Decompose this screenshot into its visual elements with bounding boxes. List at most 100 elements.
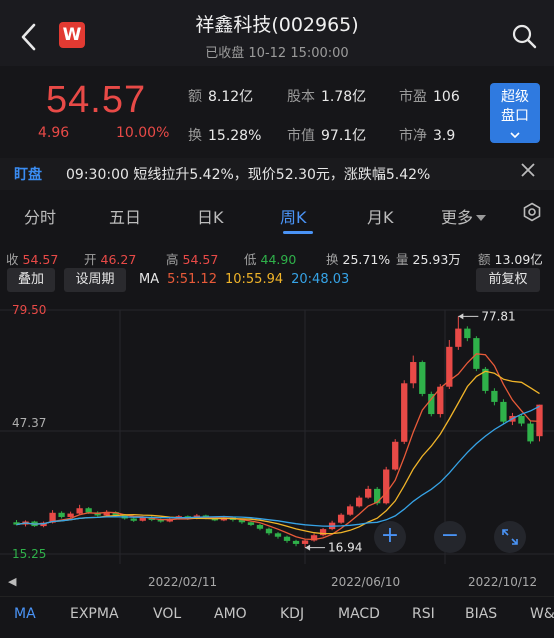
candle-body [500, 401, 507, 422]
candle-body [337, 514, 345, 523]
ind-ma[interactable]: MA [14, 606, 36, 622]
x-label-0: 2022/02/11 [148, 575, 218, 589]
tab-more[interactable]: 更多 [441, 204, 487, 228]
candle-body [85, 508, 92, 513]
hexagon-settings-icon [523, 202, 541, 222]
ma5-line [16, 353, 540, 541]
candle-body [76, 508, 83, 514]
stock-title: 祥鑫科技(002965) [195, 14, 359, 36]
candle-body [536, 404, 543, 437]
candle-body [383, 469, 390, 504]
period-tabs: 分时 五日 日K 周K 月K 更多 [0, 192, 554, 234]
super-order-book-button[interactable]: 超级 盘口 [490, 83, 540, 143]
zoom-out-button[interactable]: − [434, 521, 466, 553]
adjust-button[interactable]: 前复权 [476, 268, 540, 292]
current-price: 54.57 [46, 79, 147, 121]
price-change: 4.96 [38, 125, 70, 141]
ma-legend[interactable]: MA 5:51.12 10:55.94 20:48.03 [139, 272, 349, 287]
stat-share-capital: 股本 1.78亿 [287, 89, 367, 105]
stat-market-cap: 市值 97.1亿 [287, 128, 367, 144]
ind-expma[interactable]: EXPMA [70, 606, 119, 622]
ohlc-close: 收 54.57 [6, 252, 59, 267]
ohlc-amount: 额 13.09亿 [478, 252, 543, 267]
watch-alert-text[interactable]: 09:30:00 短线拉升5.42%，现价52.30元，涨跌幅5.42% [66, 164, 430, 184]
x-label-2: 2022/10/12 [468, 575, 538, 589]
stat-amount: 额 8.12亿 [188, 89, 254, 105]
ind-bias[interactable]: BIAS [465, 606, 497, 622]
scroll-left-button[interactable]: ◀ [8, 575, 16, 588]
ohlc-row: 收 54.57 开 46.27 高 54.57 低 44.90 换 25.71%… [0, 244, 554, 267]
tab-more-label: 更多 [441, 208, 474, 227]
candle-body [455, 328, 462, 347]
stat-pe: 市盈 106 [399, 89, 460, 105]
chevron-down-icon [510, 132, 520, 139]
candle-body [401, 383, 408, 442]
kline-chart[interactable]: 77.81 16.94 [0, 296, 554, 572]
tab-monthly-k[interactable]: 月K [367, 204, 394, 228]
set-period-button[interactable]: 设周期 [64, 268, 126, 292]
super-button-line2: 盘口 [501, 108, 529, 124]
ind-rsi[interactable]: RSI [412, 606, 435, 622]
ma-label: MA [139, 272, 160, 287]
ohlc-low: 低 44.90 [244, 252, 297, 267]
candle-body [256, 524, 264, 529]
max-price-label: 77.81 [481, 309, 515, 323]
price-change-pct: 10.00% [116, 125, 170, 141]
tab-weekly-k[interactable]: 周K [280, 204, 307, 228]
chart-grid [0, 309, 554, 564]
tab-intraday[interactable]: 分时 [24, 204, 56, 228]
ind-vol[interactable]: VOL [153, 606, 181, 622]
min-pointer-arrow [305, 544, 311, 551]
ind-kdj[interactable]: KDJ [280, 606, 304, 622]
candle-body [283, 536, 291, 541]
ohlc-high: 高 54.57 [166, 252, 219, 267]
close-icon [521, 163, 535, 177]
candle-body [365, 488, 372, 498]
candle-body [67, 513, 74, 517]
ma10-value: 10:55.94 [224, 272, 284, 287]
active-tab-indicator [283, 231, 313, 234]
ohlc-volume: 量 25.93万 [396, 252, 461, 267]
min-price-label: 16.94 [328, 541, 362, 555]
fullscreen-button[interactable] [494, 521, 526, 553]
ind-macd[interactable]: MACD [338, 606, 380, 622]
super-button-line1: 超级 [501, 89, 529, 105]
candle-body [464, 328, 471, 339]
candle-body [355, 497, 363, 507]
ohlc-open: 开 46.27 [84, 252, 137, 267]
candle-body [292, 540, 300, 544]
ind-wr[interactable]: W& [530, 606, 554, 622]
search-icon [512, 24, 537, 49]
ma20-value: 20:48.03 [291, 272, 350, 287]
y-label-high: 79.50 [12, 303, 47, 317]
zoom-in-button[interactable]: + [374, 521, 406, 553]
candle-body [491, 390, 498, 402]
candle-body [518, 415, 525, 424]
ma20-line [16, 405, 540, 527]
candle-body [301, 540, 309, 544]
ind-amo[interactable]: AMO [214, 606, 247, 622]
ohlc-turnover: 换 25.71% [326, 252, 391, 267]
candle-body [527, 423, 534, 442]
close-alert-button[interactable] [520, 162, 536, 183]
stat-pb: 市净 3.9 [399, 128, 456, 144]
candle-body [58, 512, 65, 517]
candle-body [346, 506, 354, 515]
search-button[interactable] [510, 22, 538, 50]
overlay-button[interactable]: 叠加 [7, 268, 55, 292]
y-label-mid: 47.37 [12, 416, 47, 430]
chart-annotations: 77.81 16.94 [305, 309, 516, 555]
candle-body [274, 533, 282, 537]
ma10-line [16, 370, 540, 535]
stat-turnover: 换 15.28% [188, 128, 262, 144]
tab-daily-k[interactable]: 日K [197, 204, 224, 228]
y-label-low: 15.25 [12, 547, 47, 561]
candle-body [392, 441, 399, 470]
chart-settings-button[interactable] [522, 202, 542, 222]
candle-body [419, 362, 426, 394]
candle-body [410, 362, 417, 384]
tab-five-day[interactable]: 五日 [109, 204, 141, 228]
watch-tag[interactable]: 盯盘 [14, 164, 42, 184]
market-status: 已收盘 10-12 15:00:00 [205, 46, 349, 61]
candle-body [247, 522, 255, 525]
